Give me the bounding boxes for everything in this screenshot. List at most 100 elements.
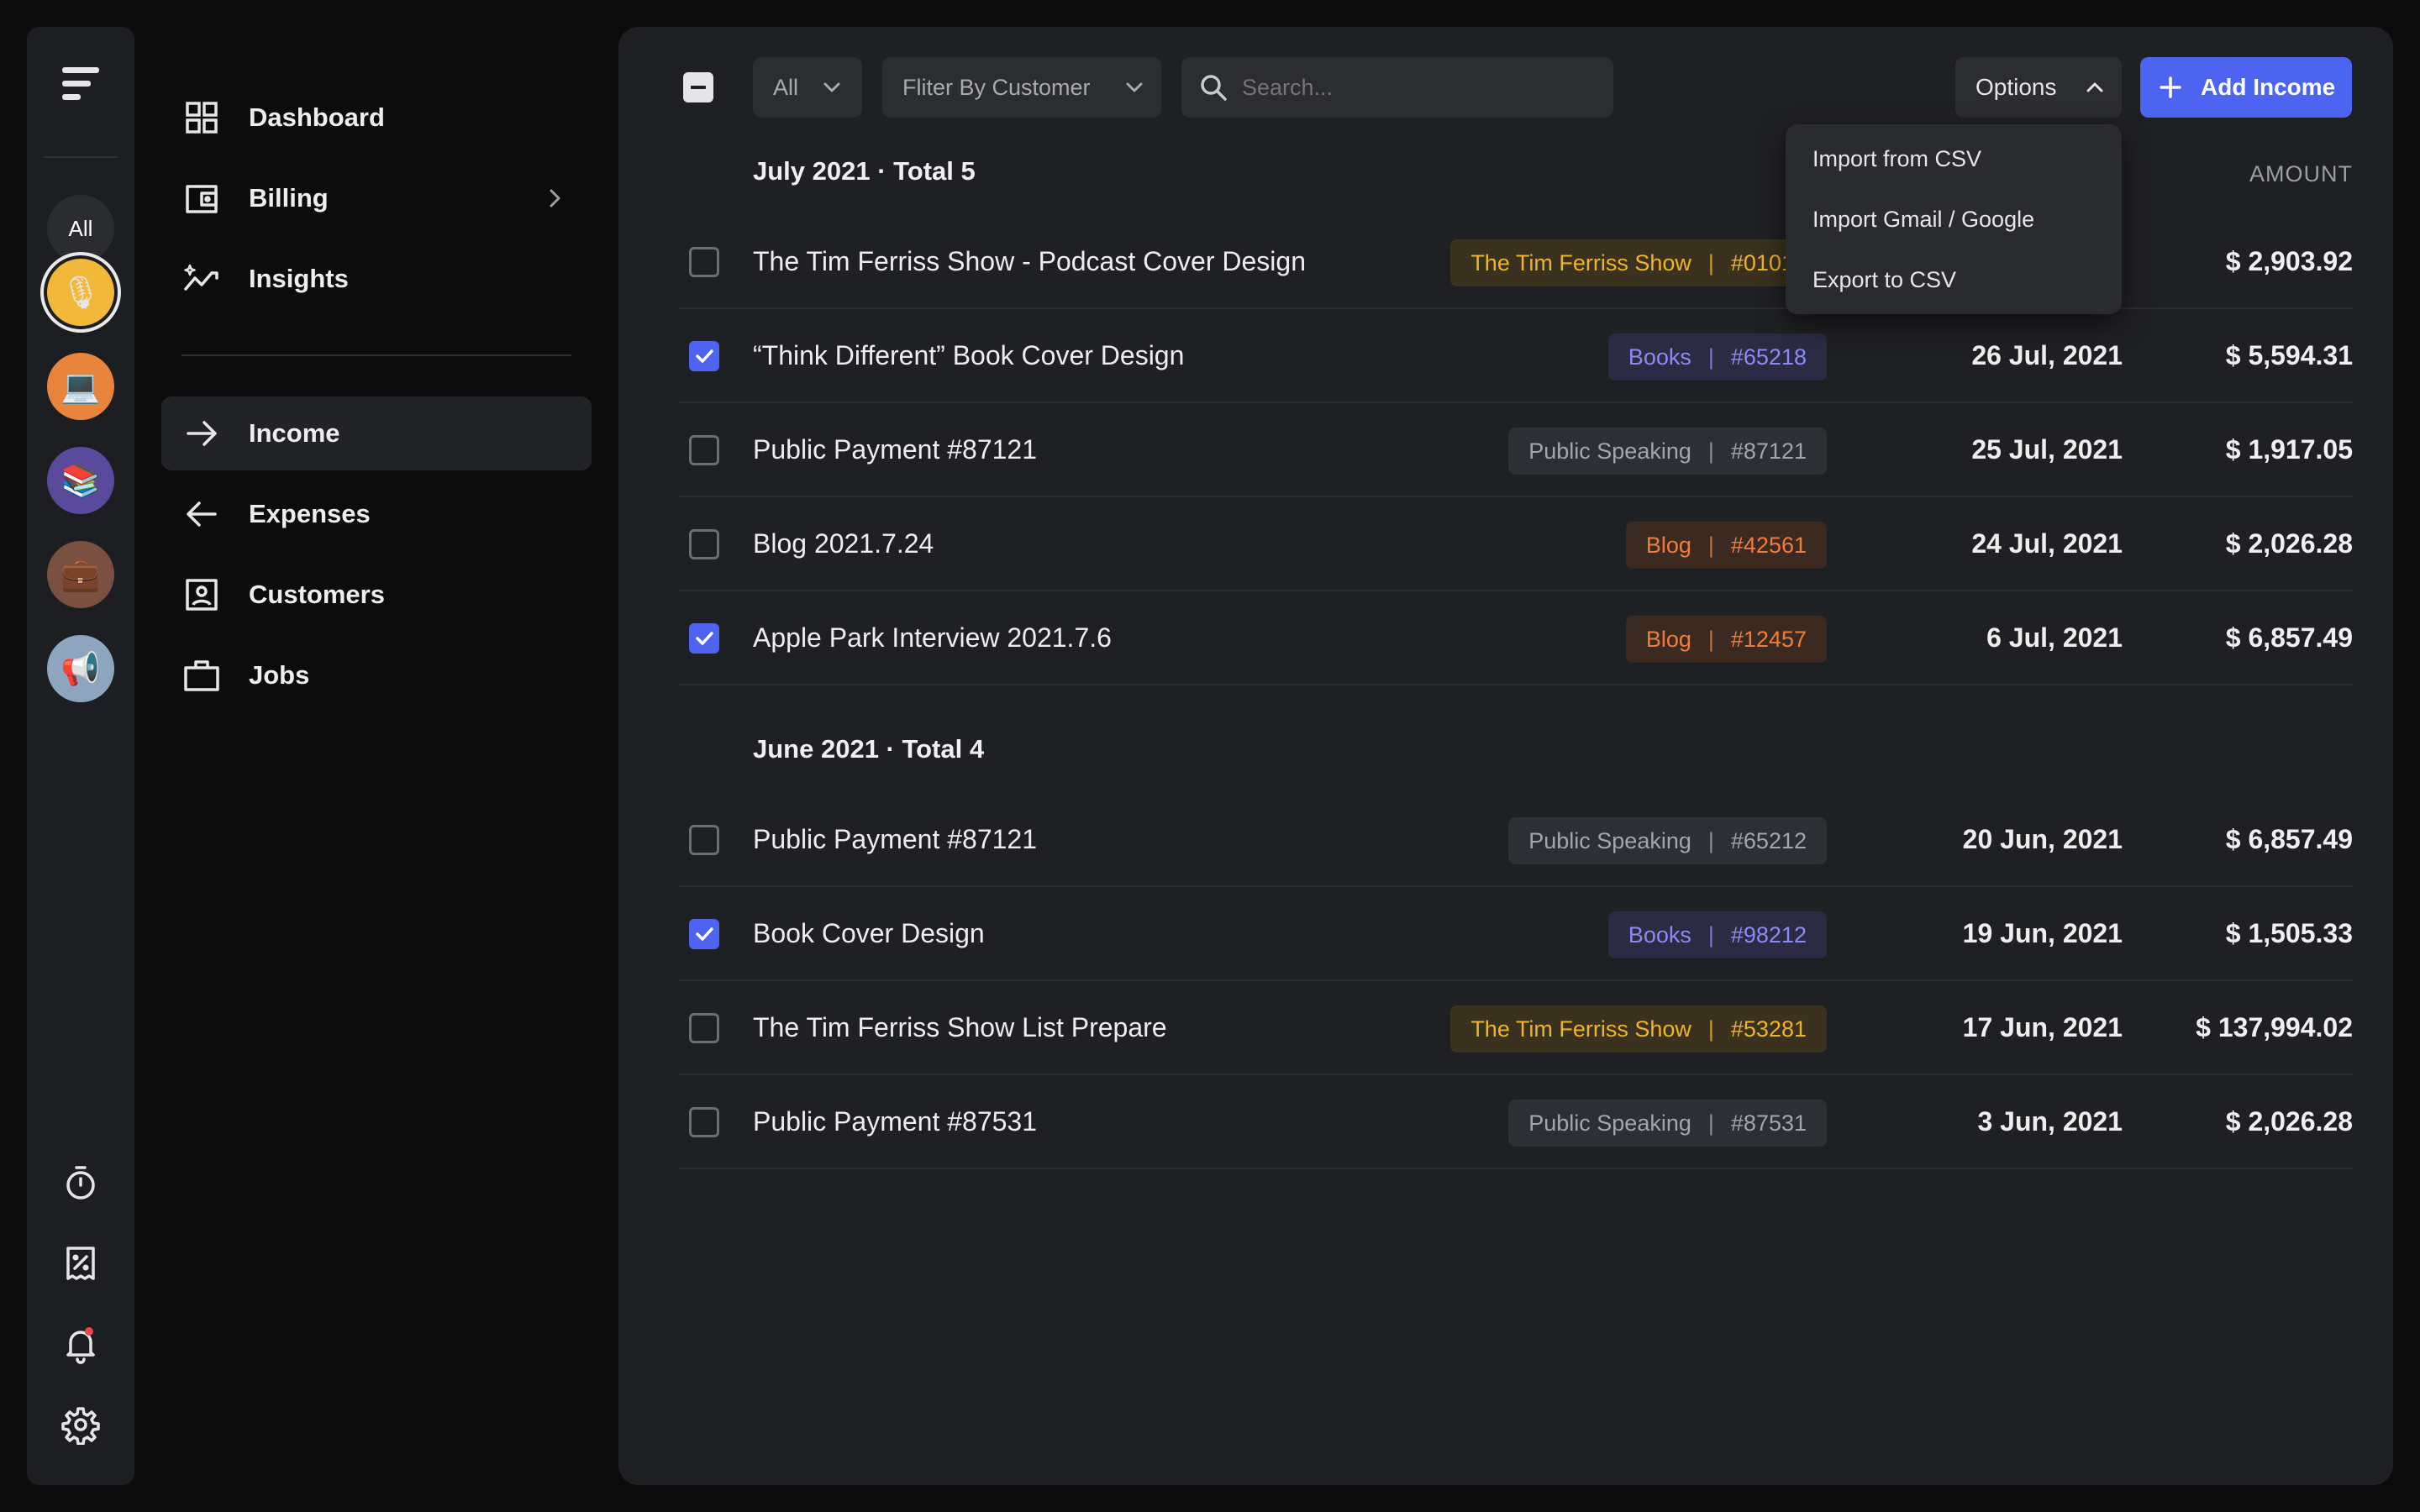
row-date: 26 Jul, 2021 xyxy=(1971,340,2123,370)
customer-tag[interactable]: Public Speaking | #65212 xyxy=(1508,817,1827,864)
arrow-right-icon xyxy=(187,421,217,446)
tag-code: #87121 xyxy=(1730,438,1807,464)
tag-code: #12457 xyxy=(1730,626,1807,652)
customer-tag[interactable]: The Tim Ferriss Show | #01017 xyxy=(1450,239,1827,286)
tag-label: The Tim Ferriss Show xyxy=(1470,249,1691,276)
tag-label: Blog xyxy=(1645,626,1691,652)
briefcase-avatar[interactable]: 💼 xyxy=(47,541,114,608)
row-title: Blog 2021.7.24 xyxy=(753,528,934,559)
nav-item-customers[interactable]: Customers xyxy=(161,558,592,632)
row-checkbox[interactable] xyxy=(689,1013,719,1043)
customer-tag[interactable]: Blog | #42561 xyxy=(1625,522,1827,569)
customer-tag[interactable]: Public Speaking | #87121 xyxy=(1508,428,1827,475)
amount-column-header: AMOUNT xyxy=(2249,161,2353,186)
row-checkbox[interactable] xyxy=(689,919,719,949)
menu-item-import-csv[interactable]: Import from CSV xyxy=(1812,146,1981,172)
add-income-button[interactable]: Add Income xyxy=(2140,57,2352,118)
contact-card-icon xyxy=(186,579,218,611)
notifications-bell-icon[interactable] xyxy=(60,1324,101,1364)
nav-item-expenses[interactable]: Expenses xyxy=(161,477,592,551)
row-checkbox[interactable] xyxy=(689,1107,719,1137)
customer-tag[interactable]: Books | #65218 xyxy=(1607,333,1827,381)
tag-separator: | xyxy=(1707,438,1714,464)
search-icon xyxy=(1201,75,1227,101)
period-filter-select[interactable]: All xyxy=(753,57,862,118)
nav-item-insights[interactable]: Insights xyxy=(161,242,592,316)
chevron-right-icon[interactable] xyxy=(543,186,566,210)
group-header-june: June 2021 · Total 4 xyxy=(753,734,985,764)
checkmark-icon xyxy=(696,927,713,941)
nav-label-jobs: Jobs xyxy=(249,660,310,690)
nav-item-billing[interactable]: Billing xyxy=(161,161,592,235)
plus-icon xyxy=(2160,76,2181,98)
dashboard-grid-icon xyxy=(186,102,218,134)
chevron-down-icon xyxy=(823,82,840,92)
laptop-avatar[interactable]: 💻 xyxy=(47,353,114,420)
books-avatar[interactable]: 📚 xyxy=(47,447,114,514)
checkmark-icon xyxy=(696,349,713,363)
microphone-avatar[interactable]: 🎙 xyxy=(47,259,114,326)
timer-icon[interactable] xyxy=(60,1163,101,1203)
table-row[interactable]: “Think Different” Book Cover Design Books… xyxy=(679,309,2353,403)
tag-code: #65212 xyxy=(1730,827,1807,853)
row-checkbox[interactable] xyxy=(689,341,719,371)
row-checkbox[interactable] xyxy=(689,529,719,559)
row-title: Public Payment #87121 xyxy=(753,434,1037,465)
nav-item-income[interactable]: Income xyxy=(161,396,592,470)
customer-tag[interactable]: Public Speaking | #87531 xyxy=(1508,1100,1827,1147)
app-rail: All 🎙 💻 📚 💼 📢 xyxy=(27,27,134,1485)
row-title: Public Payment #87121 xyxy=(753,824,1037,854)
customer-tag[interactable]: The Tim Ferriss Show | #53281 xyxy=(1450,1005,1827,1053)
menu-item-export-csv[interactable]: Export to CSV xyxy=(1812,267,1956,293)
tag-separator: | xyxy=(1707,1016,1714,1042)
table-row[interactable]: Blog 2021.7.24 Blog | #42561 24 Jul, 2021 $ 2… xyxy=(679,497,2353,591)
checkmark-icon xyxy=(696,632,713,645)
row-amount: $ 2,026.28 xyxy=(2225,1106,2353,1137)
tag-label: Books xyxy=(1628,921,1691,948)
tag-label: Public Speaking xyxy=(1528,1110,1691,1136)
select-all-checkbox[interactable] xyxy=(683,72,713,102)
row-checkbox[interactable] xyxy=(689,435,719,465)
nav-item-jobs[interactable]: Jobs xyxy=(161,638,592,712)
nav-item-dashboard[interactable]: Dashboard xyxy=(161,81,592,155)
search-box[interactable] xyxy=(1181,57,1613,118)
customer-tag[interactable]: Blog | #12457 xyxy=(1625,616,1827,663)
table-row[interactable]: Apple Park Interview 2021.7.6 Blog | #12457… xyxy=(679,591,2353,685)
app-logo-icon[interactable] xyxy=(60,62,101,113)
search-input[interactable] xyxy=(1242,57,1595,118)
tag-code: #42561 xyxy=(1730,532,1807,558)
row-checkbox[interactable] xyxy=(689,825,719,855)
nav-label-billing: Billing xyxy=(249,183,329,213)
tag-label: Books xyxy=(1628,344,1691,370)
tag-separator: | xyxy=(1707,249,1714,276)
row-checkbox[interactable] xyxy=(689,623,719,654)
row-amount: $ 6,857.49 xyxy=(2225,824,2353,854)
settings-gear-icon[interactable] xyxy=(60,1404,101,1445)
tag-separator: | xyxy=(1707,626,1714,652)
tag-label: Blog xyxy=(1645,532,1691,558)
table-row[interactable]: Public Payment #87121 Public Speaking | #65… xyxy=(679,793,2353,887)
menu-item-import-gmail[interactable]: Import Gmail / Google xyxy=(1812,207,2034,233)
tax-receipt-icon[interactable] xyxy=(60,1243,101,1284)
row-date: 6 Jul, 2021 xyxy=(1986,622,2123,653)
row-checkbox[interactable] xyxy=(689,247,719,277)
row-date: 25 Jul, 2021 xyxy=(1971,434,2123,465)
insights-sparkle-chart-icon xyxy=(184,264,218,291)
tag-code: #87531 xyxy=(1730,1110,1807,1136)
nav-divider xyxy=(182,354,571,356)
table-row[interactable]: The Tim Ferriss Show List Prepare The Tim… xyxy=(679,981,2353,1075)
nav-label-insights: Insights xyxy=(249,264,349,293)
row-title: Book Cover Design xyxy=(753,918,985,948)
table-row[interactable]: Book Cover Design Books | #98212 19 Jun, 202… xyxy=(679,887,2353,981)
options-button[interactable]: Options xyxy=(1955,57,2122,118)
nav-label-income: Income xyxy=(249,418,340,448)
customer-tag[interactable]: Books | #98212 xyxy=(1607,911,1827,958)
table-row[interactable]: Public Payment #87121 Public Speaking | #87… xyxy=(679,403,2353,497)
customer-filter-select[interactable]: Fliter By Customer xyxy=(882,57,1161,118)
all-customers-button[interactable]: All xyxy=(47,195,114,262)
megaphone-avatar[interactable]: 📢 xyxy=(47,635,114,702)
period-filter-value: All xyxy=(773,74,799,100)
arrow-left-icon xyxy=(187,501,217,527)
table-row[interactable]: Public Payment #87531 Public Speaking | #87… xyxy=(679,1075,2353,1169)
tag-separator: | xyxy=(1707,1110,1714,1136)
